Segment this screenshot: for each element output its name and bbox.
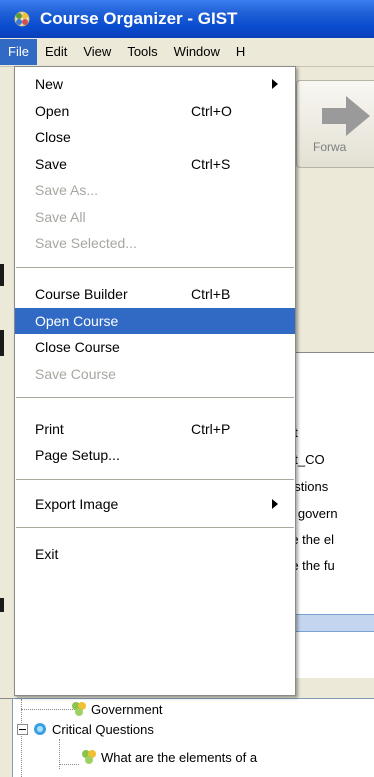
tree-item-question[interactable]: What are the elements of a <box>81 747 257 767</box>
menu-item-close[interactable]: Close <box>15 124 295 150</box>
topic-node-icon <box>81 749 97 765</box>
topic-node-icon <box>71 701 87 717</box>
submenu-arrow-icon <box>272 499 278 509</box>
selected-row-strip[interactable] <box>296 614 374 632</box>
menu-item-open[interactable]: Open Ctrl+O <box>15 98 295 124</box>
question-gear-icon <box>32 721 48 737</box>
menu-item-page-setup[interactable]: Page Setup... <box>15 442 295 468</box>
menu-item-print[interactable]: Print Ctrl+P <box>15 416 295 442</box>
menu-item-close-course[interactable]: Close Course <box>15 334 295 360</box>
tree-panel: Government Critical Questions What are t… <box>12 698 374 777</box>
forward-arrow-icon <box>322 96 370 136</box>
submenu-arrow-icon <box>272 79 278 89</box>
menu-item-save-all: Save All <box>35 209 86 225</box>
tree-item-government[interactable]: Government <box>71 699 163 719</box>
collapse-icon[interactable] <box>17 723 28 735</box>
menu-item-new[interactable]: New <box>15 71 295 97</box>
menu-help[interactable]: H <box>228 39 253 65</box>
tree-connector <box>59 764 79 765</box>
menu-item-open-course[interactable]: Open Course <box>15 308 295 334</box>
menu-item-save[interactable]: Save Ctrl+S <box>15 151 295 177</box>
menu-separator <box>16 479 294 480</box>
app-gear-icon <box>12 9 32 29</box>
shortcut-label: Ctrl+S <box>191 156 231 172</box>
window-title: Course Organizer - GIST <box>40 9 238 28</box>
window-edge <box>0 264 4 286</box>
tree-item-label: Critical Questions <box>52 721 154 737</box>
shortcut-label: Ctrl+P <box>191 421 231 437</box>
content-panel: nt nt_CO estions e govern re the el re t… <box>287 352 374 683</box>
menu-bar: File Edit View Tools Window H <box>0 38 374 67</box>
shortcut-label: Ctrl+O <box>191 103 232 119</box>
menu-item-save-course: Save Course <box>35 366 116 382</box>
forward-label: Forwa <box>313 140 347 154</box>
menu-item-course-builder[interactable]: Course Builder Ctrl+B <box>15 281 295 307</box>
window-edge <box>0 330 4 356</box>
menu-item-save-as: Save As... <box>35 182 99 198</box>
tree-item-critical-questions[interactable]: Critical Questions <box>17 719 154 739</box>
menu-file[interactable]: File <box>0 39 37 65</box>
menu-separator <box>16 267 294 268</box>
menu-item-save-selected: Save Selected... <box>35 235 137 251</box>
shortcut-label: Ctrl+B <box>191 286 231 302</box>
menu-separator <box>16 397 294 398</box>
menu-separator <box>16 527 294 528</box>
menu-item-exit[interactable]: Exit <box>15 541 295 567</box>
title-bar[interactable]: Course Organizer - GIST <box>0 0 374 39</box>
file-menu-dropdown: New Open Ctrl+O Close Save Ctrl+S Save A… <box>14 66 296 696</box>
menu-window[interactable]: Window <box>166 39 228 65</box>
menu-view[interactable]: View <box>75 39 119 65</box>
menu-edit[interactable]: Edit <box>37 39 75 65</box>
tree-item-label: Government <box>91 701 163 717</box>
menu-tools[interactable]: Tools <box>119 39 165 65</box>
tree-item-label: What are the elements of a <box>101 749 258 765</box>
window-edge <box>0 598 4 612</box>
menu-item-export-image[interactable]: Export Image <box>15 491 295 517</box>
